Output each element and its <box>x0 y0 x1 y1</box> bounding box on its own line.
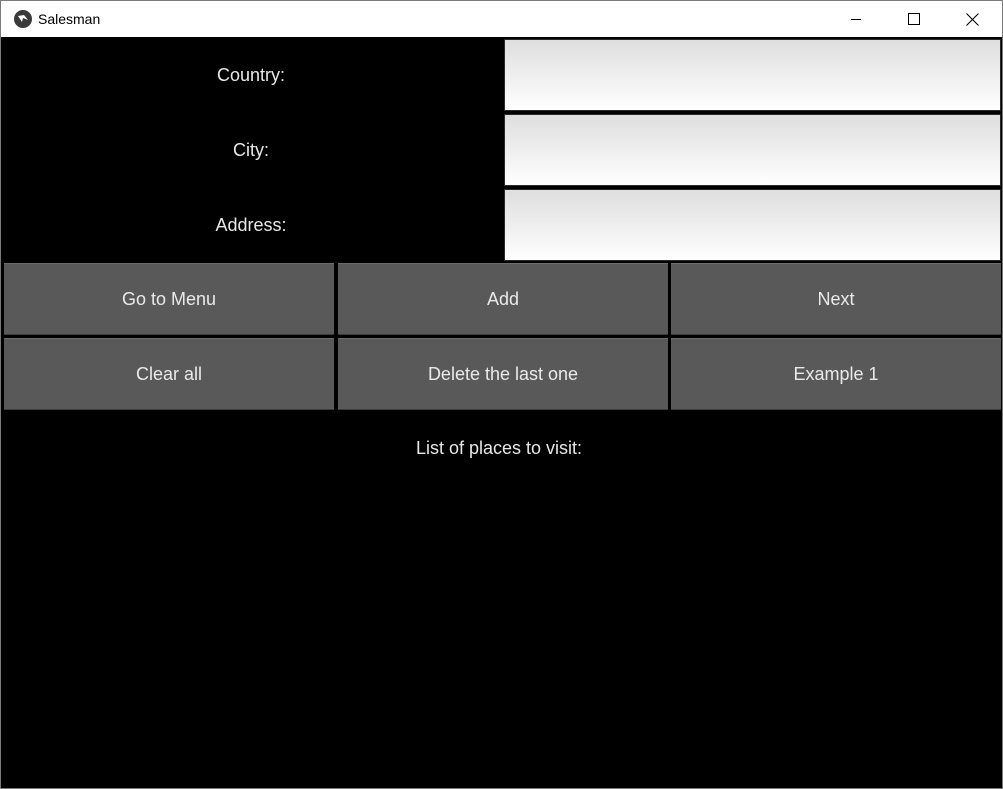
address-input[interactable] <box>504 189 1001 261</box>
kivy-logo-icon <box>14 10 32 28</box>
country-input[interactable] <box>504 39 1001 111</box>
close-icon <box>965 12 979 26</box>
delete-last-button[interactable]: Delete the last one <box>338 338 668 410</box>
maximize-icon <box>908 13 920 25</box>
app-window: Salesman Country: City: Address: Go to M… <box>0 0 1003 789</box>
close-button[interactable] <box>943 1 1001 37</box>
places-list <box>1 467 1002 788</box>
places-list-title: List of places to visit: <box>415 438 583 458</box>
example-1-button[interactable]: Example 1 <box>671 338 1001 410</box>
window-title: Salesman <box>38 11 101 27</box>
city-label: City: <box>233 140 269 160</box>
country-label: Country: <box>216 65 286 85</box>
add-button[interactable]: Add <box>338 263 668 335</box>
go-to-menu-button[interactable]: Go to Menu <box>4 263 334 335</box>
maximize-button[interactable] <box>885 1 943 37</box>
next-button[interactable]: Next <box>671 263 1001 335</box>
title-bar[interactable]: Salesman <box>1 1 1002 37</box>
clear-all-button[interactable]: Clear all <box>4 338 334 410</box>
city-input[interactable] <box>504 114 1001 186</box>
address-label: Address: <box>215 215 287 235</box>
minimize-button[interactable] <box>827 1 885 37</box>
client-area: Country: City: Address: Go to Menu Add N… <box>1 37 1002 788</box>
minimize-icon <box>851 19 861 20</box>
